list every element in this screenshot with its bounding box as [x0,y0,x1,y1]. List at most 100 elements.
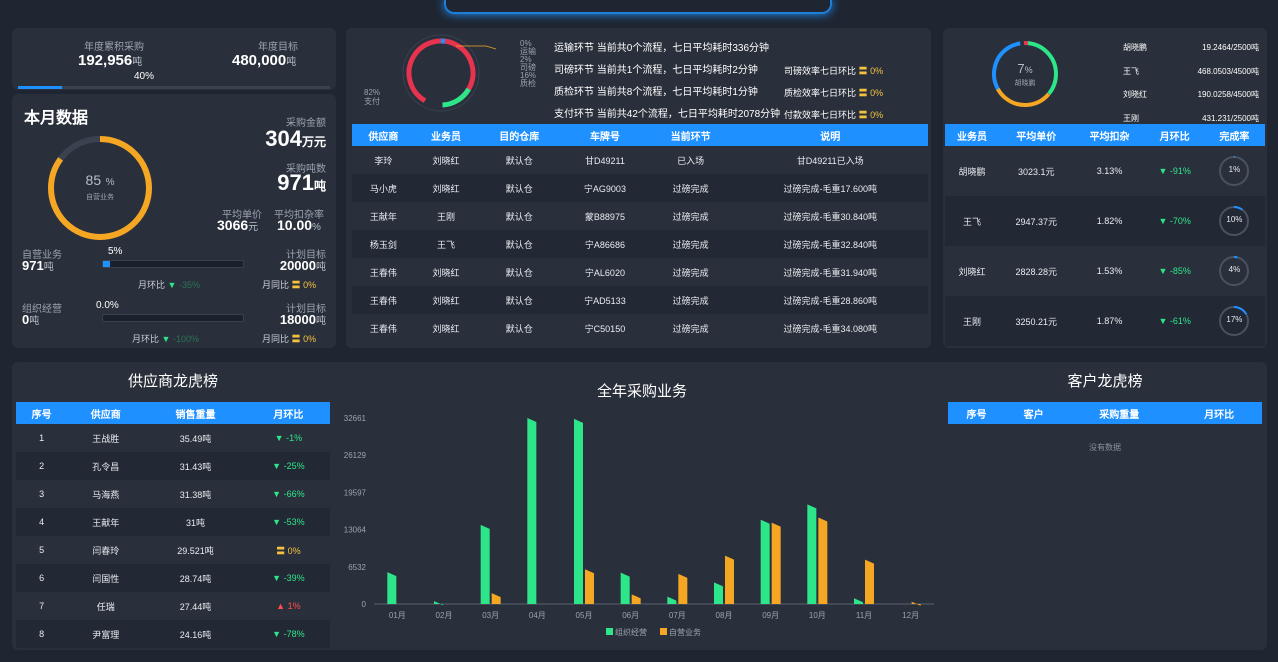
org-progress-track [102,314,244,322]
rate-value: 4% [1228,265,1241,274]
rate-ring: 4% [1217,254,1251,288]
deduct: 10.00% [277,217,321,235]
x-tick-label: 05月 [576,611,593,620]
bar-org [854,598,863,604]
stage-pay: 支付环节 当前共42个流程，七日平均耗时2078分钟 [554,109,781,120]
cell-desc: 过磅完成-毛重31.940吨 [783,267,877,278]
cell-no: 4 [39,517,45,527]
col-weight: 销售重量 [144,402,247,424]
flow-table: 供应商 业务员 目的仓库 车牌号 当前环节 说明 李玲 刘晓红 默认仓 甘D49211… [352,124,928,342]
self-mom-value: -35% [178,280,200,290]
stage-check: 质检环节 当前共8个流程，七日平均耗时1分钟 [554,87,758,98]
cell-weight: 24.16吨 [179,629,212,640]
rate-value: 10% [1226,215,1243,224]
cell-salesman: 刘晓红 [432,323,460,334]
x-tick-label: 06月 [622,611,639,620]
x-tick-label: 10月 [809,611,826,620]
cell-warehouse: 默认仓 [505,155,533,166]
self-percent: 5% [108,246,123,257]
annual-purchase-label: 年度累积采购 [84,42,144,53]
org-plan: 18000吨 [280,311,326,329]
cell-no: 3 [39,489,45,499]
salesman-row: 王刚 3250.21元 1.87% ▼ -61% 17% [945,296,1265,346]
cell-supplier: 李玲 [374,155,393,166]
org-mom-value: -100% [172,334,199,344]
flow-donut-outline [402,34,480,112]
amount: 304万元 [265,126,326,152]
cell-warehouse: 默认仓 [505,323,533,334]
col-supplier: 供应商 [352,124,415,146]
down-arrow-icon: ▼ [1158,316,1170,326]
equal-icon: 〓 [858,66,868,76]
legend-swatch [606,628,613,635]
col-customer: 客户 [1005,402,1063,424]
cell-salesman: 刘晓红 [432,267,460,278]
annual-purchase-unit: 吨 [132,57,143,68]
cell-mom: 〓 0% [247,536,330,564]
cell-weight: 31.38吨 [179,489,212,500]
customer-rank-title: 客户龙虎榜 [1067,373,1143,390]
x-tick-label: 07月 [669,611,686,620]
col-warehouse: 目的仓库 [477,124,562,146]
rate-ring: 10% [1217,204,1251,238]
x-tick-label: 02月 [436,611,453,620]
salesman-table-header: 业务员 平均单价 平均扣杂 月环比 完成率 [945,124,1265,146]
cell-plate: 宁AD5133 [584,295,626,306]
cell-salesman: 王刚 [437,211,456,222]
x-tick-label: 11月 [856,611,872,620]
self-yoy: 月同比 〓 0% [262,278,316,291]
col-mom: 月环比 [1145,124,1204,146]
cell-name: 王刚 [962,316,981,327]
flow-stages: 运输环节 当前共0个流程，七日平均耗时336分钟 司磅环节 当前共1个流程，七日… [554,38,780,126]
cell-desc: 过磅完成-毛重30.840吨 [783,211,877,222]
flow-row: 杨玉剑 王飞 默认仓 宁A86686 过磅完成 过磅完成-毛重32.840吨 [352,230,928,258]
annual-purchase: 192,956吨 [78,52,142,70]
bar-org [434,601,443,606]
org-plan-unit: 吨 [316,316,326,327]
cell-plate: 宁AG9003 [583,183,626,194]
cell-name: 闫春玲 [92,545,120,556]
cell-mom-value: 1% [287,601,301,611]
cell-name: 闫国性 [92,573,120,584]
salesman-targets: 胡晓鹏 19.2464/2500吨 王飞 468.0503/4500吨 刘晓红 190… [1123,36,1259,130]
cell-salesman: 刘晓红 [432,183,460,194]
cell-mom: ▲ 1% [247,592,330,620]
supplier-rank-table: 序号 供应商 销售重量 月环比 1 王战胜 35.49吨 ▼ -1% 2 孔令昌 31.43… [16,402,330,648]
cell-desc: 过磅完成-毛重32.840吨 [783,239,877,250]
cell-price: 3250.21元 [1015,316,1058,327]
rate-ring: 17% [1217,304,1251,338]
cell-deduct: 1.82% [1096,216,1123,226]
deduct-value: 10.00 [277,217,313,233]
cell-weight: 31.43吨 [179,461,212,472]
salesman-ring-unit: % [1024,65,1033,75]
stage-transport: 运输环节 当前共0个流程，七日平均耗时336分钟 [554,43,770,54]
down-arrow-icon: ▼ [274,433,287,443]
eff-check: 质检效率七日环比 〓 0% [784,88,884,98]
cell-mom-value: -39% [283,573,305,583]
bar-org [574,418,583,604]
cell-mom-value: -25% [283,461,305,471]
cell-stage: 过磅完成 [672,211,709,222]
col-stage: 当前环节 [648,124,733,146]
cell-mom-value: -1% [286,433,303,443]
target-row: 胡晓鹏 19.2464/2500吨 [1123,43,1259,52]
monthly-ring-label: 自营业务 [86,194,114,201]
self-progress-track [102,260,244,268]
annual-target-label: 年度目标 [258,42,298,53]
self-plan-value: 20000 [279,258,316,273]
customer-empty: 没有数据 [1089,443,1121,452]
org: 0吨 [22,311,39,329]
cell-plate: 宁C50150 [584,323,626,334]
down-arrow-icon: ▼ [1158,266,1170,276]
org-percent: 0.0% [96,300,119,311]
cell-stage: 过磅完成 [672,323,709,334]
flow-label-pay: 82% 支付 [364,88,381,106]
y-tick-label: 6532 [348,563,366,572]
flow-row: 王春伟 刘晓红 默认仓 宁C50150 过磅完成 过磅完成-毛重34.080吨 [352,314,928,342]
org-mom: 月环比 ▼ -100% [132,332,199,345]
annual-percent: 40% [134,71,155,82]
x-tick-label: 12月 [902,611,919,620]
cell-name: 任瑞 [96,601,115,612]
amount-unit: 万元 [301,135,326,149]
y-tick-label: 13064 [344,526,367,535]
